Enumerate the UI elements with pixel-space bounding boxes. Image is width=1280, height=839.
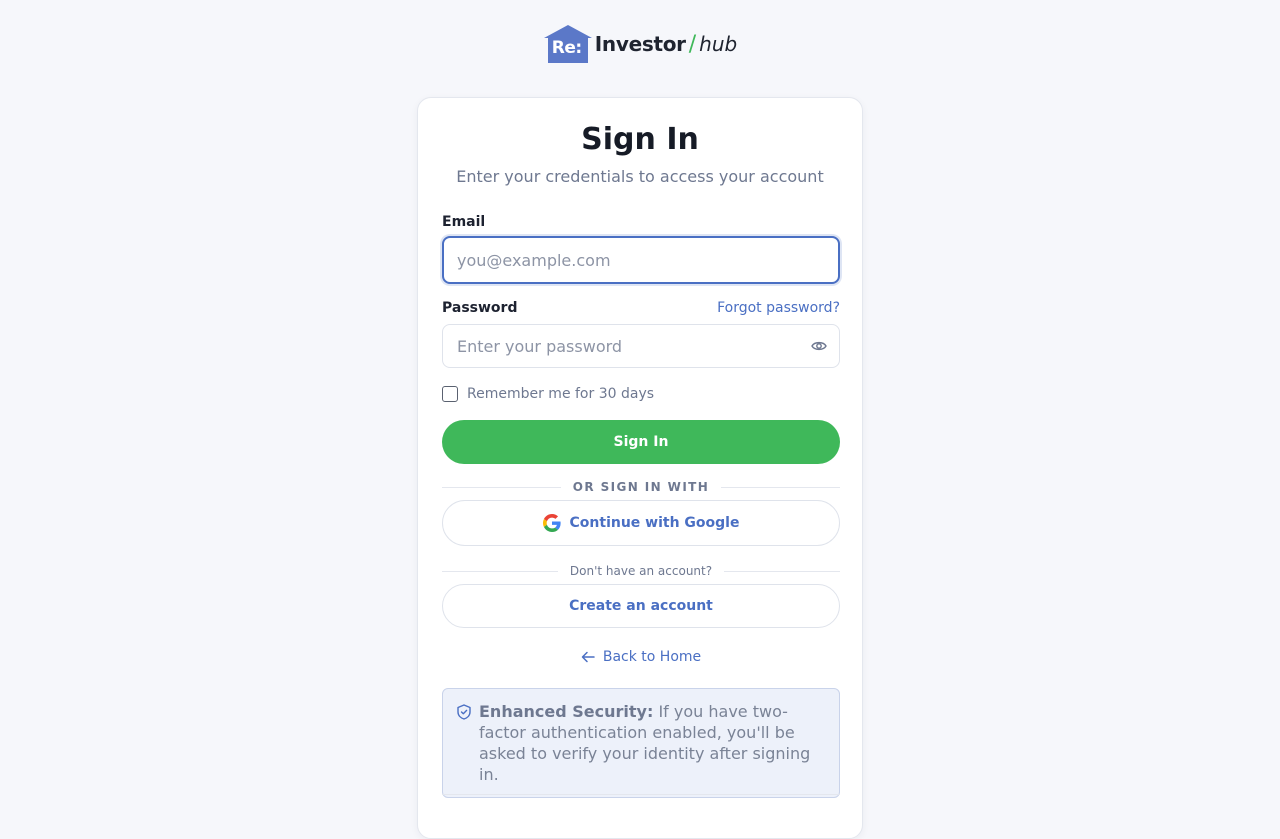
social-divider-text: OR SIGN IN WITH bbox=[572, 480, 710, 494]
signup-divider-text: Don't have an account? bbox=[569, 564, 713, 578]
footer-divider bbox=[442, 794, 840, 795]
page-subtitle: Enter your credentials to access your ac… bbox=[456, 167, 824, 186]
google-sign-in-button[interactable]: Continue with Google bbox=[442, 500, 840, 546]
sign-in-button[interactable]: Sign In bbox=[442, 420, 840, 464]
eye-icon[interactable] bbox=[811, 340, 827, 352]
google-logo-icon bbox=[542, 514, 561, 532]
password-field-container bbox=[442, 324, 840, 368]
password-label: Password bbox=[442, 300, 518, 316]
back-to-home-link[interactable]: Back to Home bbox=[442, 649, 840, 665]
logo-word: Investor bbox=[594, 32, 686, 56]
logo-slash: / bbox=[688, 31, 697, 57]
house-logo-icon: Re: bbox=[543, 24, 593, 64]
create-account-button[interactable]: Create an account bbox=[442, 584, 840, 628]
remember-me-checkbox[interactable] bbox=[442, 386, 458, 402]
security-notice: Enhanced Security: If you have two-facto… bbox=[442, 688, 840, 798]
forgot-password-link[interactable]: Forgot password? bbox=[717, 300, 840, 316]
sign-in-card: Sign In Enter your credentials to access… bbox=[417, 97, 863, 839]
back-to-home-label: Back to Home bbox=[602, 649, 702, 665]
page-title: Sign In bbox=[581, 122, 699, 157]
logo-mark-text: Re: bbox=[551, 38, 582, 58]
shield-icon bbox=[457, 704, 471, 725]
remember-me-label: Remember me for 30 days bbox=[467, 386, 655, 402]
remember-me-row[interactable]: Remember me for 30 days bbox=[442, 386, 840, 402]
social-divider: OR SIGN IN WITH bbox=[442, 480, 841, 494]
email-field-container bbox=[442, 236, 840, 284]
google-button-label: Continue with Google bbox=[569, 515, 740, 531]
arrow-left-icon bbox=[581, 651, 595, 663]
email-input[interactable] bbox=[455, 249, 827, 271]
password-input[interactable] bbox=[455, 335, 811, 357]
logo-suffix: hub bbox=[699, 32, 738, 56]
signup-divider: Don't have an account? bbox=[442, 564, 840, 578]
brand-logo[interactable]: Re: Investor / hub bbox=[0, 24, 1280, 64]
security-heading: Enhanced Security: bbox=[479, 702, 654, 721]
email-label: Email bbox=[442, 214, 486, 230]
